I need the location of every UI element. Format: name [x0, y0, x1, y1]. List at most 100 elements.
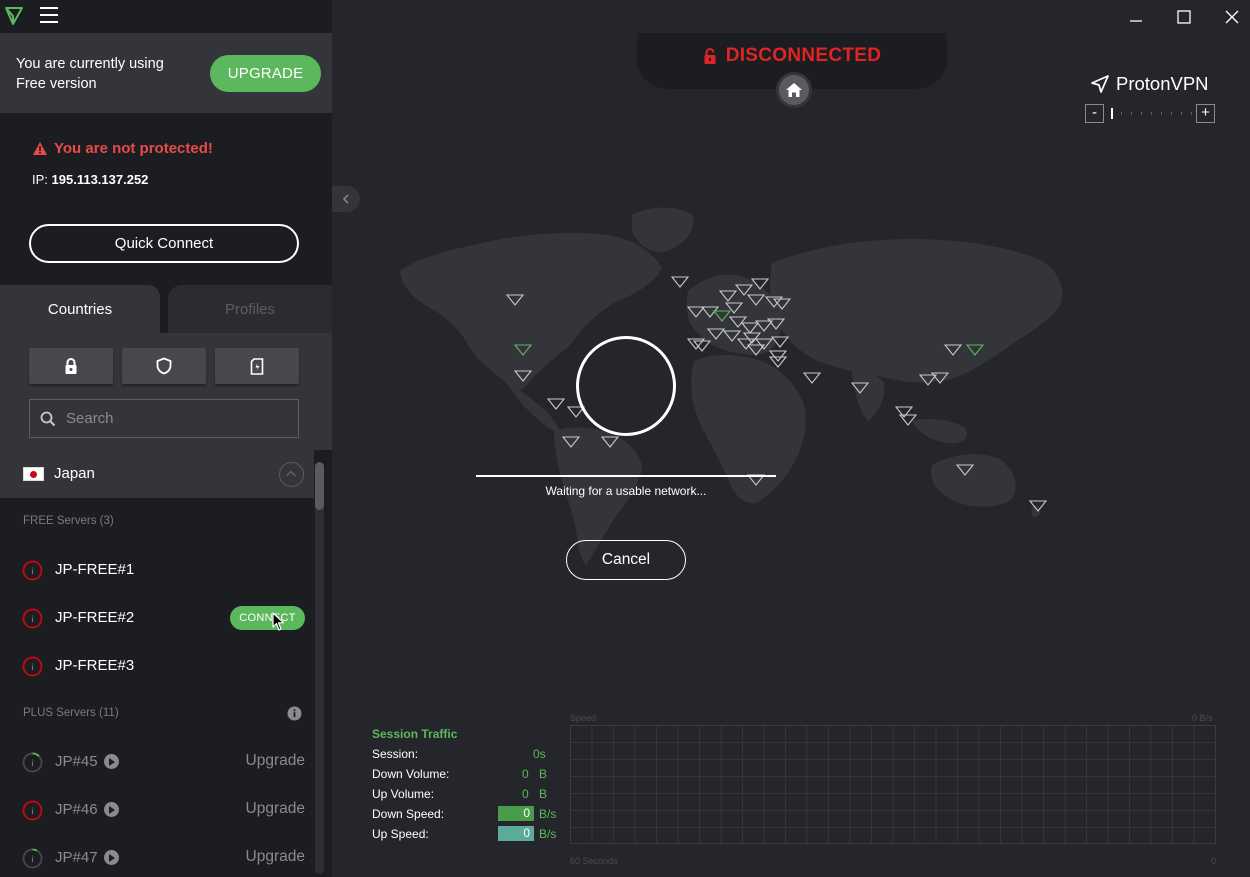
- server-name: JP-FREE#1: [55, 561, 135, 578]
- scrollbar-thumb[interactable]: [315, 462, 324, 510]
- up-speed-unit: B/s: [539, 827, 557, 841]
- ip-value: 195.113.137.252: [51, 172, 149, 187]
- search-input[interactable]: [66, 410, 286, 427]
- waiting-message: Waiting for a usable network...: [545, 484, 707, 498]
- close-icon: [1225, 10, 1239, 23]
- upgrade-link[interactable]: Upgrade: [246, 752, 305, 770]
- svg-text:i: i: [31, 614, 34, 624]
- session-label: Session:: [372, 747, 419, 761]
- close-button[interactable]: [1208, 0, 1250, 33]
- down-volume-unit: B: [539, 767, 548, 781]
- protonvpn-brand: ProtonVPN: [1090, 73, 1209, 95]
- minimize-icon: [1130, 19, 1142, 22]
- free-version-banner: You are currently using Free version UPG…: [0, 33, 332, 113]
- main-area: DISCONNECTED ProtonVPN - + Waiting for a…: [332, 33, 1250, 877]
- server-row-jp-45[interactable]: i JP#45 Upgrade: [0, 738, 314, 786]
- not-protected-warning: You are not protected!: [32, 140, 213, 157]
- server-name: JP#45: [55, 753, 98, 770]
- server-row-jp-47[interactable]: i JP#47 Upgrade: [0, 834, 314, 877]
- info-icon[interactable]: [287, 706, 302, 721]
- country-row-japan[interactable]: Japan: [0, 450, 314, 498]
- up-volume-value: 0: [522, 787, 529, 801]
- minimize-button[interactable]: [1112, 0, 1160, 33]
- connection-progress-bar: [476, 475, 776, 477]
- server-row-jp-46[interactable]: i JP#46 Upgrade: [0, 786, 314, 834]
- down-speed-label: Down Speed:: [372, 807, 445, 821]
- menu-icon[interactable]: [40, 7, 58, 23]
- p2p-filter-button[interactable]: [215, 348, 299, 384]
- collapse-sidebar-button[interactable]: [332, 186, 360, 212]
- server-name: JP-FREE#3: [55, 657, 135, 674]
- server-load-icon[interactable]: i: [22, 800, 43, 821]
- up-volume-row: Up Volume: 0 B: [372, 785, 562, 805]
- japan-flag-icon: [23, 467, 44, 481]
- country-name: Japan: [54, 465, 95, 482]
- netshield-filter-button[interactable]: [122, 348, 206, 384]
- zoom-out-button[interactable]: -: [1085, 104, 1104, 123]
- free-servers-header: FREE Servers (3): [23, 515, 114, 527]
- title-bar-controls: [332, 0, 1250, 33]
- server-load-icon[interactable]: i: [22, 848, 43, 869]
- server-info-icon[interactable]: i: [22, 560, 43, 581]
- down-speed-value: 0: [498, 806, 534, 821]
- quick-connect-button[interactable]: Quick Connect: [29, 224, 299, 263]
- sidebar-tabs: Countries Profiles: [0, 285, 332, 333]
- connect-button[interactable]: CONNECT: [230, 606, 305, 630]
- sd-card-icon: [250, 357, 264, 375]
- home-icon: [786, 83, 802, 97]
- server-row-jp-free-1[interactable]: i JP-FREE#1: [0, 546, 314, 594]
- graph-time-label: 60 Seconds: [570, 856, 618, 866]
- brand-name: ProtonVPN: [1116, 73, 1209, 94]
- down-speed-row: Down Speed: 0 B/s: [372, 805, 562, 825]
- graph-speed-value: 0 B/s: [1192, 713, 1213, 723]
- server-info-icon[interactable]: i: [22, 608, 43, 629]
- shield-icon: [156, 357, 172, 375]
- graph-time-zero: 0: [1211, 856, 1217, 866]
- ip-address: IP: 195.113.137.252: [32, 172, 148, 187]
- warning-text: You are not protected!: [54, 140, 213, 157]
- chevron-up-icon: [285, 470, 297, 477]
- session-traffic-title: Session Traffic: [372, 727, 458, 741]
- up-volume-unit: B: [539, 787, 548, 801]
- plus-servers-header: PLUS Servers (11): [23, 707, 119, 719]
- graph-speed-unit: B/s: [1199, 713, 1213, 723]
- chevron-left-icon: [342, 194, 349, 204]
- sidebar: You are currently using Free version UPG…: [0, 33, 332, 877]
- server-row-jp-free-3[interactable]: i JP-FREE#3: [0, 642, 314, 690]
- server-load-icon[interactable]: i: [22, 752, 43, 773]
- tab-countries[interactable]: Countries: [0, 285, 160, 333]
- unlocked-icon: [704, 47, 716, 64]
- upgrade-link[interactable]: Upgrade: [246, 848, 305, 866]
- zoom-slider[interactable]: [1107, 108, 1193, 120]
- upgrade-button[interactable]: UPGRADE: [210, 55, 321, 92]
- tab-profiles[interactable]: Profiles: [168, 285, 332, 333]
- maximize-button[interactable]: [1160, 0, 1208, 33]
- countries-panel: Japan FREE Servers (3) i JP-FREE#1 i JP-…: [0, 333, 332, 877]
- free-notice-line2: Free version: [16, 76, 97, 92]
- server-info-icon[interactable]: i: [22, 656, 43, 677]
- mouse-cursor-icon: [272, 612, 285, 631]
- svg-text:i: i: [31, 758, 34, 768]
- connection-status: DISCONNECTED: [637, 45, 947, 67]
- down-speed-unit: B/s: [539, 807, 557, 821]
- map-zoom-control: - +: [1085, 104, 1216, 124]
- maximize-icon: [1177, 9, 1191, 24]
- protonvpn-window: You are currently using Free version UPG…: [0, 0, 1250, 877]
- graph-speed-number: 0: [1192, 713, 1198, 723]
- lock-icon: [65, 357, 77, 374]
- session-traffic: Session Traffic Session: 0s Down Volume:…: [372, 727, 562, 845]
- collapse-button[interactable]: [279, 462, 304, 487]
- search-box[interactable]: [29, 399, 299, 438]
- home-button[interactable]: [776, 72, 812, 108]
- cancel-button[interactable]: Cancel: [566, 540, 686, 580]
- protonvpn-logo-icon: [5, 7, 23, 25]
- scrollbar-track[interactable]: [315, 462, 324, 874]
- down-volume-label: Down Volume:: [372, 767, 450, 781]
- free-version-notice: You are currently using Free version: [16, 54, 196, 94]
- status-text: DISCONNECTED: [725, 45, 882, 66]
- secure-core-filter-button[interactable]: [29, 348, 113, 384]
- session-row: Session: 0s: [372, 745, 562, 765]
- zoom-in-button[interactable]: +: [1196, 104, 1215, 123]
- up-speed-label: Up Speed:: [372, 827, 429, 841]
- upgrade-link[interactable]: Upgrade: [246, 800, 305, 818]
